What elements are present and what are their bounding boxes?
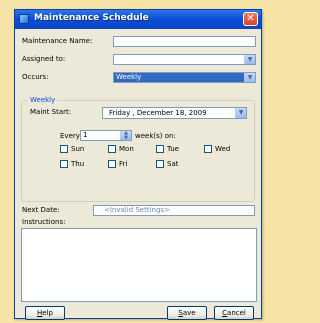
maint-start-value: Friday , December 18, 2009 <box>109 109 207 117</box>
day-label-fri: Fri <box>119 160 128 168</box>
chevron-down-icon[interactable]: ▼ <box>244 55 255 64</box>
weekly-group-title: Weekly <box>28 96 58 104</box>
window-title: Maintenance Schedule <box>34 13 149 23</box>
spinner-icon[interactable]: ▲ ▼ <box>120 131 131 141</box>
maint-start-label: Maint Start: <box>30 108 72 116</box>
checkbox-thu[interactable] <box>60 160 68 168</box>
occurs-label: Occurs: <box>22 73 49 81</box>
checkbox-wed[interactable] <box>204 145 212 153</box>
help-button[interactable]: Help <box>25 306 65 320</box>
day-label-thu: Thu <box>71 160 85 168</box>
checkbox-fri[interactable] <box>108 160 116 168</box>
day-label-sun: Sun <box>71 145 85 153</box>
save-button[interactable]: Save <box>167 306 207 320</box>
assigned-to-label: Assigned to: <box>22 55 66 63</box>
weekly-group: Weekly Maint Start: Friday , December 18… <box>21 96 255 202</box>
every-spinner[interactable]: 1 ▲ ▼ <box>80 130 132 141</box>
instructions-textarea[interactable] <box>21 228 257 302</box>
checkbox-sun[interactable] <box>60 145 68 153</box>
maint-start-date-picker[interactable]: Friday , December 18, 2009 ▼ <box>102 107 247 119</box>
checkbox-mon[interactable] <box>108 145 116 153</box>
instructions-label: Instructions: <box>22 218 66 226</box>
day-label-sat: Sat <box>167 160 179 168</box>
maintenance-name-label: Maintenance Name: <box>22 37 93 45</box>
every-label: Every <box>60 132 80 140</box>
chevron-down-icon[interactable]: ▼ <box>235 108 246 118</box>
maintenance-schedule-dialog: Maintenance Schedule ✕ Maintenance Name:… <box>14 9 262 320</box>
weeks-on-label: week(s) on: <box>135 132 176 140</box>
app-icon <box>19 14 29 24</box>
title-bar[interactable]: Maintenance Schedule ✕ <box>15 10 261 29</box>
day-label-mon: Mon <box>119 145 134 153</box>
chevron-down-icon[interactable]: ▼ <box>244 73 255 82</box>
every-value: 1 <box>83 131 88 139</box>
occurs-value: Weekly <box>116 73 142 81</box>
close-button[interactable]: ✕ <box>243 12 258 26</box>
next-date-label: Next Date: <box>22 206 60 214</box>
day-label-tue: Tue <box>167 145 179 153</box>
maintenance-name-input[interactable] <box>113 36 256 47</box>
next-date-value: <Invalid Settings> <box>93 205 255 216</box>
cancel-button[interactable]: Cancel <box>214 306 254 320</box>
assigned-to-select[interactable]: ▼ <box>113 54 256 65</box>
checkbox-sat[interactable] <box>156 160 164 168</box>
checkbox-tue[interactable] <box>156 145 164 153</box>
occurs-select[interactable]: Weekly ▼ <box>113 72 256 83</box>
day-label-wed: Wed <box>215 145 231 153</box>
